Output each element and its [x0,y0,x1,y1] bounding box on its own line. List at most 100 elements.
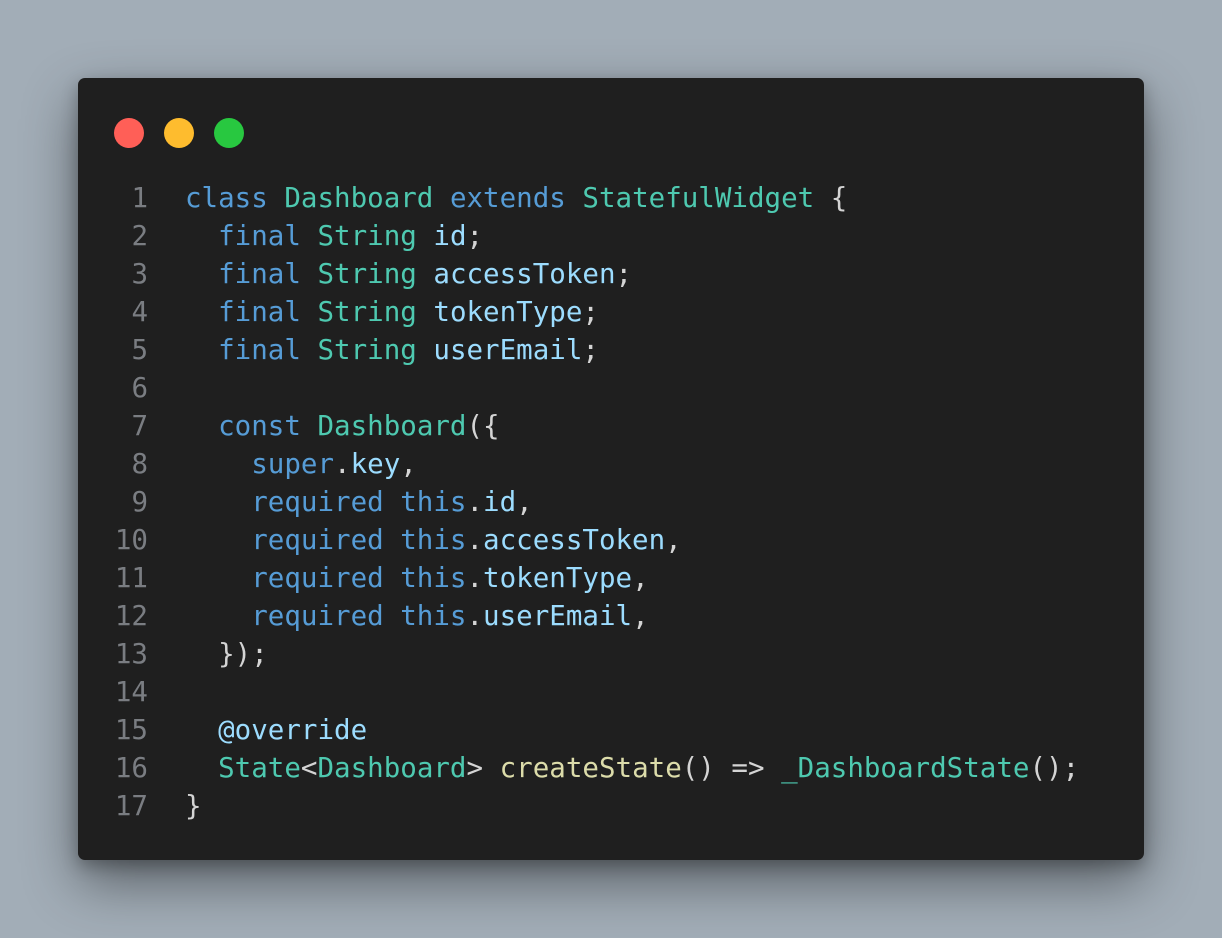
code-token: Dashboard [317,410,467,442]
code-token: . [466,524,484,556]
code-token: Dashboard [284,182,434,214]
code-token: this [400,600,467,632]
code-line: 2 final String id; [78,217,1144,255]
code-token: . [466,600,484,632]
code-token: this [400,486,467,518]
code-line: 17} [78,787,1144,825]
minimize-dot-icon[interactable] [164,118,194,148]
code-token: ({ [466,410,500,442]
line-number: 12 [114,600,148,632]
code-token: tokenType [433,296,583,328]
maximize-dot-icon[interactable] [214,118,244,148]
code-line: 14 [78,673,1144,711]
code-token: key [350,448,401,480]
code-block: 1 class Dashboard extends StatefulWidget … [78,179,1144,825]
code-token: . [466,562,484,594]
line-text: @override [185,711,367,749]
line-number: 8 [131,448,148,480]
line-text: State<Dashboard> createState() => _Dashb… [185,749,1079,787]
code-token: String [317,334,417,366]
line-text: final String tokenType; [185,293,599,331]
line-number: 4 [131,296,148,328]
code-token: @override [218,714,368,746]
code-line: 11 required this.tokenType, [78,559,1144,597]
code-line: 3 final String accessToken; [78,255,1144,293]
code-token: () => [681,752,782,784]
code-token: . [334,448,351,480]
code-window: 1 class Dashboard extends StatefulWidget … [78,78,1144,860]
code-token: required [251,562,384,594]
code-line: 4 final String tokenType; [78,293,1144,331]
code-token: State [218,752,301,784]
code-token: required [251,524,384,556]
code-token: required [251,486,384,518]
code-token: final [218,296,301,328]
code-token: String [317,220,417,252]
code-token: final [218,334,301,366]
line-number: 11 [114,562,148,594]
line-text: final String accessToken; [185,255,632,293]
code-line: 10 required this.accessToken, [78,521,1144,559]
code-token: userEmail [483,600,633,632]
code-token: final [218,258,301,290]
code-line: 16 State<Dashboard> createState() => _Da… [78,749,1144,787]
code-token: id [483,486,517,518]
code-line: 1 class Dashboard extends StatefulWidget … [78,179,1144,217]
line-text: required this.id, [185,483,533,521]
code-line: 8 super.key, [78,445,1144,483]
code-token: (); [1029,752,1080,784]
code-token: { [814,182,848,214]
line-number: 5 [131,334,148,366]
line-number: 17 [114,790,148,822]
code-token: _DashboardState [781,752,1030,784]
code-line: 7 const Dashboard({ [78,407,1144,445]
code-token: < [300,752,318,784]
code-line: 5 final String userEmail; [78,331,1144,369]
code-token: String [317,258,417,290]
code-token: ; [466,220,484,252]
code-line: 6 [78,369,1144,407]
line-number: 3 [131,258,148,290]
line-text: const Dashboard({ [185,407,500,445]
code-token: ; [582,296,599,328]
close-dot-icon[interactable] [114,118,144,148]
code-token: final [218,220,301,252]
code-token: id [433,220,467,252]
line-number: 13 [114,638,148,670]
line-text: super.key, [185,445,417,483]
code-token: userEmail [433,334,583,366]
line-number: 2 [131,220,148,252]
line-text: required this.accessToken, [185,521,682,559]
code-token: , [400,448,417,480]
line-text: required this.tokenType, [185,559,648,597]
code-token: this [400,562,467,594]
line-number: 14 [114,676,148,708]
line-number: 16 [114,752,148,784]
code-token: , [516,486,533,518]
line-number: 10 [114,524,148,556]
code-token: . [466,486,484,518]
line-number: 15 [114,714,148,746]
code-token: createState [499,752,682,784]
code-token: tokenType [483,562,633,594]
code-token: const [218,410,301,442]
